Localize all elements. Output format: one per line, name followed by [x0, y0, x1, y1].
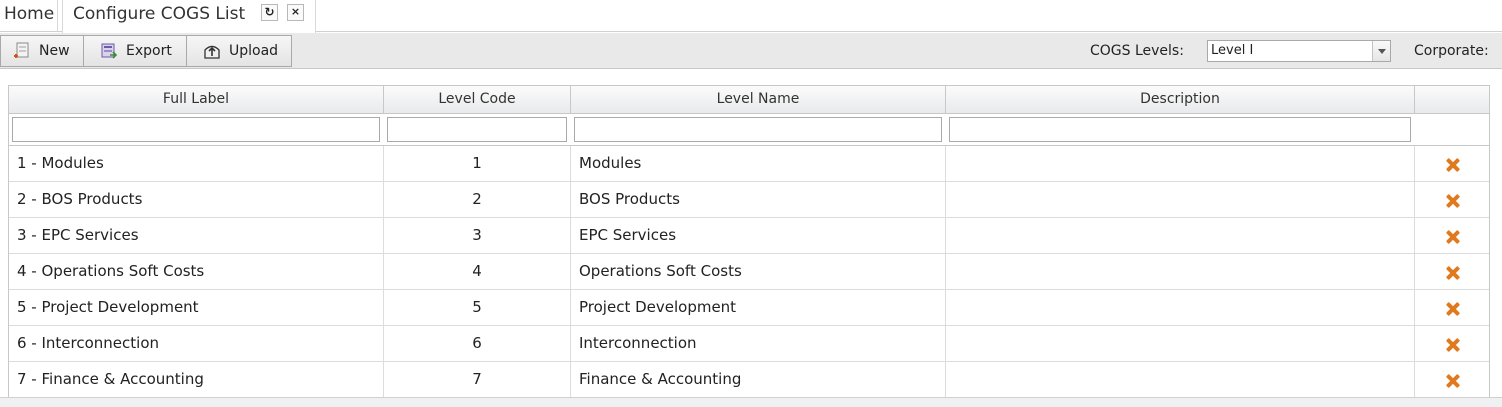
cell-description [946, 254, 1415, 289]
table-row[interactable]: 1 - Modules 1 Modules [9, 146, 1489, 182]
table-row[interactable]: 4 - Operations Soft Costs 4 Operations Sof… [9, 254, 1489, 290]
new-button[interactable]: New [0, 35, 84, 67]
tab-label: Configure COGS List [73, 4, 246, 24]
table-row[interactable]: 2 - BOS Products 2 BOS Products [9, 182, 1489, 218]
export-icon [100, 42, 118, 60]
delete-x-icon[interactable] [1446, 266, 1460, 280]
column-header-actions [1415, 86, 1489, 114]
export-button-label: Export [126, 43, 172, 59]
upload-button-label: Upload [229, 43, 279, 59]
filter-row [9, 114, 1489, 146]
column-header-full-label[interactable]: Full Label [9, 86, 384, 114]
delete-x-icon[interactable] [1446, 230, 1460, 244]
chevron-down-icon[interactable] [1372, 41, 1390, 61]
cell-level-code: 7 [384, 362, 571, 397]
cell-description [946, 182, 1415, 217]
toolbar: New Export Upload COGS Levels: Level I C… [0, 33, 1502, 69]
grid-footer-bar [0, 397, 1502, 407]
upload-icon [203, 42, 221, 60]
cell-level-name: Operations Soft Costs [571, 254, 946, 289]
table-row[interactable]: 3 - EPC Services 3 EPC Services [9, 218, 1489, 254]
cogs-grid: Full Label Level Code Level Name Descrip… [8, 85, 1490, 407]
column-header-description[interactable]: Description [946, 86, 1415, 114]
cell-level-code: 5 [384, 290, 571, 325]
tab-home[interactable]: Home [0, 0, 58, 32]
cell-description [946, 290, 1415, 325]
cell-full-label: 6 - Interconnection [9, 326, 384, 361]
cell-level-name: BOS Products [571, 182, 946, 217]
delete-x-icon[interactable] [1446, 338, 1460, 352]
table-row[interactable]: 5 - Project Development 5 Project Developm… [9, 290, 1489, 326]
cell-level-code: 1 [384, 146, 571, 181]
new-document-icon [13, 42, 31, 60]
cell-full-label: 1 - Modules [9, 146, 384, 181]
cell-full-label: 3 - EPC Services [9, 218, 384, 253]
cell-level-code: 3 [384, 218, 571, 253]
cell-level-code: 6 [384, 326, 571, 361]
cell-level-code: 4 [384, 254, 571, 289]
cell-description [946, 146, 1415, 181]
cell-full-label: 2 - BOS Products [9, 182, 384, 217]
cell-full-label: 7 - Finance & Accounting [9, 362, 384, 397]
close-tab-icon[interactable]: × [287, 4, 304, 21]
cogs-levels-value: Level I [1211, 43, 1254, 58]
cell-level-name: Modules [571, 146, 946, 181]
cell-level-name: Interconnection [571, 326, 946, 361]
corporate-label: Corporate: [1414, 43, 1489, 59]
refresh-tab-icon[interactable]: ↻ [261, 4, 278, 21]
cogs-levels-select[interactable]: Level I [1207, 40, 1391, 62]
cogs-levels-label: COGS Levels: [1090, 43, 1184, 59]
table-row[interactable]: 6 - Interconnection 6 Interconnection [9, 326, 1489, 362]
description-filter-input[interactable] [949, 117, 1411, 142]
level-code-filter-input[interactable] [387, 117, 567, 142]
cell-level-name: Finance & Accounting [571, 362, 946, 397]
delete-x-icon[interactable] [1446, 194, 1460, 208]
cell-description [946, 362, 1415, 397]
grid-header: Full Label Level Code Level Name Descrip… [9, 85, 1489, 114]
cell-full-label: 4 - Operations Soft Costs [9, 254, 384, 289]
new-button-label: New [39, 43, 70, 59]
table-row[interactable]: 7 - Finance & Accounting 7 Finance & Accou… [9, 362, 1489, 398]
cell-full-label: 5 - Project Development [9, 290, 384, 325]
column-header-level-code[interactable]: Level Code [384, 86, 571, 114]
column-header-level-name[interactable]: Level Name [571, 86, 946, 114]
cell-level-code: 2 [384, 182, 571, 217]
cell-description [946, 218, 1415, 253]
delete-x-icon[interactable] [1446, 302, 1460, 316]
cell-level-name: Project Development [571, 290, 946, 325]
cell-description [946, 326, 1415, 361]
delete-x-icon[interactable] [1446, 374, 1460, 388]
upload-button[interactable]: Upload [186, 35, 292, 67]
level-name-filter-input[interactable] [574, 117, 942, 142]
export-button[interactable]: Export [83, 35, 187, 67]
cell-level-name: EPC Services [571, 218, 946, 253]
delete-x-icon[interactable] [1446, 158, 1460, 172]
tab-strip: Home Configure COGS List ↻ × [0, 0, 1502, 33]
full-label-filter-input[interactable] [12, 117, 380, 142]
